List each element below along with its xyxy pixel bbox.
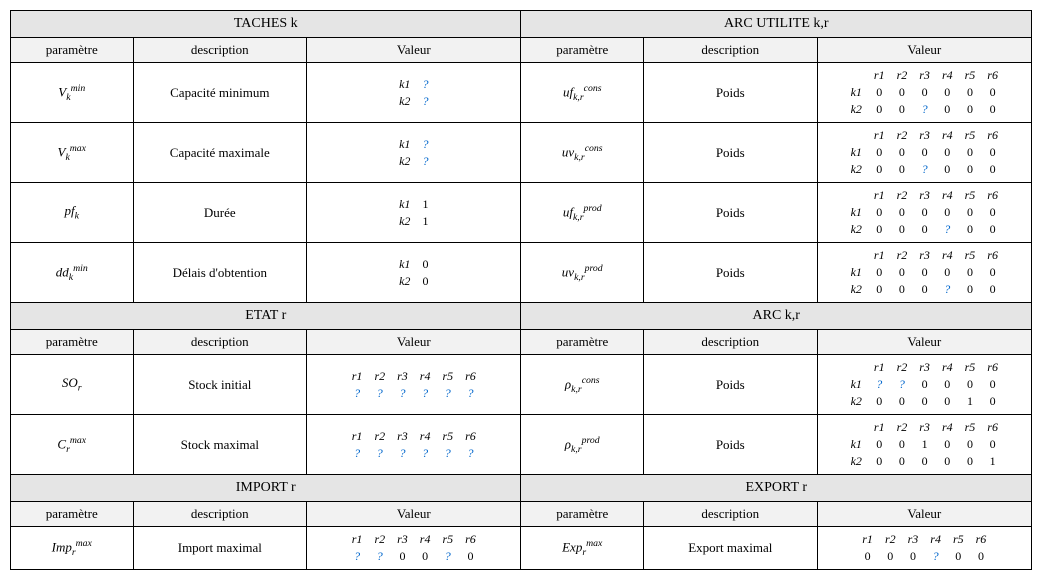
desc-poids: Poids (644, 415, 818, 475)
desc-poids: Poids (644, 63, 818, 123)
col-desc: description (133, 330, 307, 355)
section-import: IMPORT r (11, 475, 521, 502)
desc-exp-max: Export maximal (644, 527, 818, 570)
param-v-min: Vkmin (11, 63, 134, 123)
val-uf-prod: r1r2r3r4r5r6 k1000000 k2000?00 (817, 183, 1031, 243)
col-param: paramètre (11, 330, 134, 355)
desc-stock-init: Stock initial (133, 355, 307, 415)
desc-duree: Durée (133, 183, 307, 243)
val-exp-max: r1r2r3r4r5r6 000?00 (817, 527, 1031, 570)
section-arc-util: ARC UTILITE k,r (521, 11, 1032, 38)
desc-stock-max: Stock maximal (133, 415, 307, 475)
col-param: paramètre (11, 502, 134, 527)
section-taches: TACHES k (11, 11, 521, 38)
param-uf-cons: ufk,rcons (521, 63, 644, 123)
parameter-table: TACHES k ARC UTILITE k,r paramètre descr… (10, 10, 1032, 570)
col-param: paramètre (11, 38, 134, 63)
val-pf: k11 k21 (307, 183, 521, 243)
param-uv-prod: uvk,rprod (521, 243, 644, 303)
param-dd-min: ddkmin (11, 243, 134, 303)
val-v-min: k1? k2? (307, 63, 521, 123)
col-desc: description (644, 330, 818, 355)
col-desc: description (133, 38, 307, 63)
section-etat: ETAT r (11, 303, 521, 330)
param-uv-cons: uvk,rcons (521, 123, 644, 183)
val-uv-prod: r1r2r3r4r5r6 k1000000 k2000?00 (817, 243, 1031, 303)
col-desc: description (644, 502, 818, 527)
col-desc: description (133, 502, 307, 527)
desc-poids: Poids (644, 355, 818, 415)
desc-imp-max: Import maximal (133, 527, 307, 570)
section-export: EXPORT r (521, 475, 1032, 502)
val-rho-cons: r1r2r3r4r5r6 k1??0000 k2000010 (817, 355, 1031, 415)
param-so: SOr (11, 355, 134, 415)
param-rho-cons: ρk,rcons (521, 355, 644, 415)
val-rho-prod: r1r2r3r4r5r6 k1001000 k2000001 (817, 415, 1031, 475)
val-uf-cons: r1r2r3r4r5r6 k1000000 k200?000 (817, 63, 1031, 123)
val-v-max: k1? k2? (307, 123, 521, 183)
val-c-max: r1r2r3r4r5r6 ?????? (307, 415, 521, 475)
val-imp-max: r1r2r3r4r5r6 ??00?0 (307, 527, 521, 570)
col-param: paramètre (521, 38, 644, 63)
param-uf-prod: ufk,rprod (521, 183, 644, 243)
param-pf: pfk (11, 183, 134, 243)
desc-poids: Poids (644, 123, 818, 183)
desc-poids: Poids (644, 243, 818, 303)
col-val: Valeur (817, 330, 1031, 355)
col-desc: description (644, 38, 818, 63)
val-so: r1r2r3r4r5r6 ?????? (307, 355, 521, 415)
col-val: Valeur (307, 38, 521, 63)
desc-delais: Délais d'obtention (133, 243, 307, 303)
section-arc-kr: ARC k,r (521, 303, 1032, 330)
param-exp-max: Exprmax (521, 527, 644, 570)
desc-cap-max: Capacité maximale (133, 123, 307, 183)
val-uv-cons: r1r2r3r4r5r6 k1000000 k200?000 (817, 123, 1031, 183)
col-param: paramètre (521, 502, 644, 527)
col-val: Valeur (817, 502, 1031, 527)
col-val: Valeur (307, 330, 521, 355)
param-imp-max: Imprmax (11, 527, 134, 570)
col-val: Valeur (817, 38, 1031, 63)
col-val: Valeur (307, 502, 521, 527)
desc-cap-min: Capacité minimum (133, 63, 307, 123)
val-dd-min: k10 k20 (307, 243, 521, 303)
param-rho-prod: ρk,rprod (521, 415, 644, 475)
param-c-max: Crmax (11, 415, 134, 475)
col-param: paramètre (521, 330, 644, 355)
param-v-max: Vkmax (11, 123, 134, 183)
desc-poids: Poids (644, 183, 818, 243)
